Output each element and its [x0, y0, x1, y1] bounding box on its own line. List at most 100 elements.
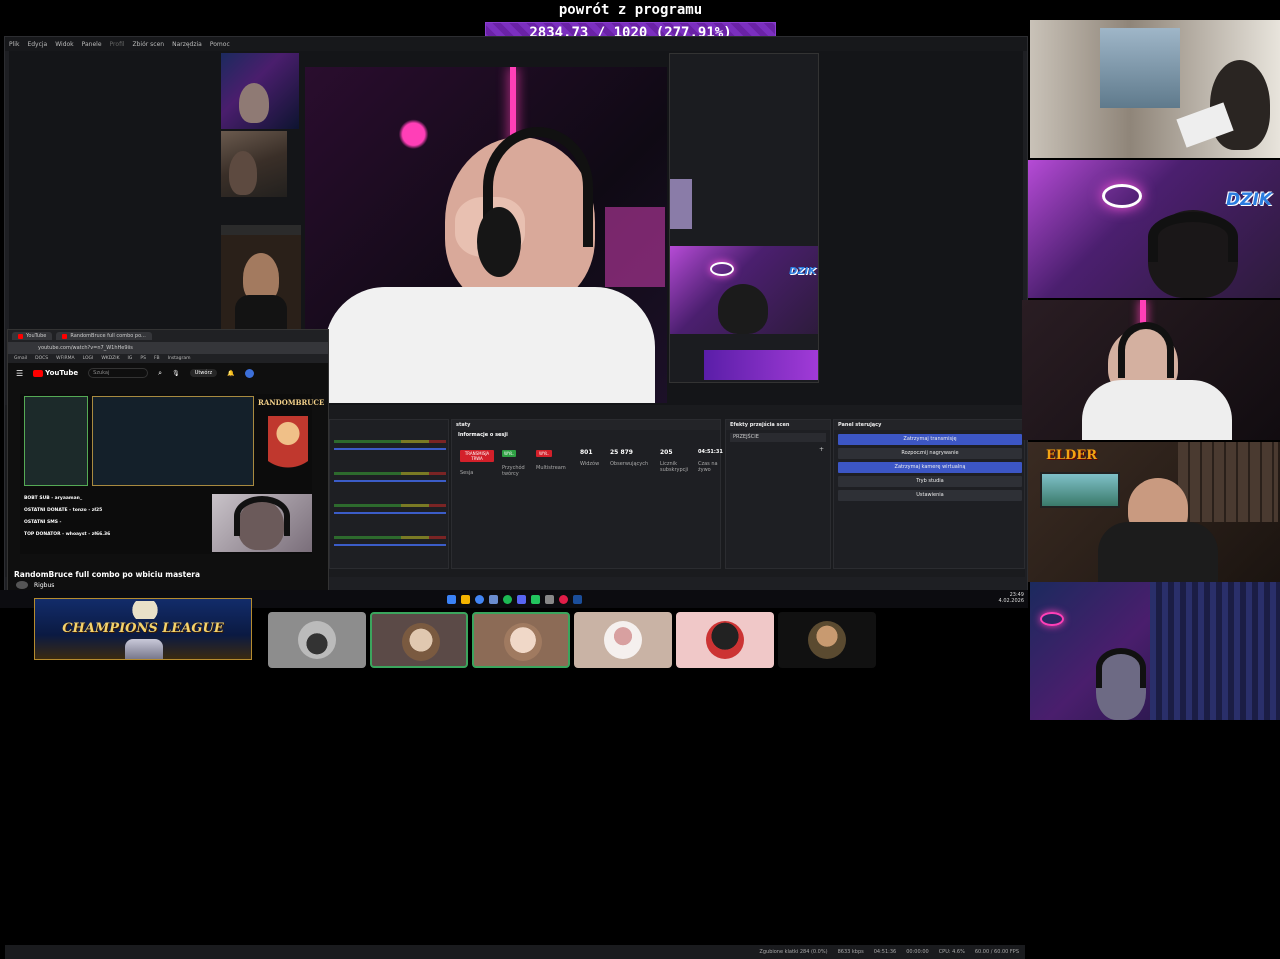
- bookmark-wfirma[interactable]: WFIRMA: [56, 356, 74, 361]
- transition-add-icon[interactable]: +: [819, 446, 824, 453]
- menu-help[interactable]: Pomoc: [210, 41, 230, 48]
- bookmark-gmail[interactable]: Gmail: [14, 356, 27, 361]
- steam-icon[interactable]: [488, 594, 498, 604]
- bookmark-wkdzik[interactable]: WKDZIK: [101, 356, 119, 361]
- tray-clock[interactable]: 23:49 4.02.2026: [999, 592, 1024, 604]
- overlay-streamer-name: RANDOMBRUCE: [258, 398, 325, 407]
- overlay-stat-row: OSTATNI SMS -: [24, 519, 62, 525]
- settings-button[interactable]: Ustawienia: [838, 490, 1022, 501]
- menu-scene-collection[interactable]: Zbiór scen: [133, 41, 165, 48]
- menu-profile[interactable]: Profil: [110, 41, 125, 48]
- notifications-icon[interactable]: 🔔: [227, 370, 234, 377]
- bookmark-docs[interactable]: DOCS: [35, 356, 48, 361]
- multistream-label: Multistream: [536, 465, 566, 471]
- dropped-frames: Zgubione klatki 284 (0.0%): [759, 949, 828, 955]
- channel-avatar[interactable]: [16, 581, 28, 589]
- viewers-label: Widzów: [580, 461, 600, 467]
- bookmark-logi[interactable]: LOGI: [83, 356, 94, 361]
- video-game-overlay: [92, 396, 254, 486]
- dzik-logo: DZIK: [1226, 190, 1272, 210]
- bookmark-ig[interactable]: IG: [128, 356, 133, 361]
- spotify-icon[interactable]: [502, 594, 512, 604]
- stop-virtual-cam-button[interactable]: Zatrzymaj kamerę wirtualną: [838, 462, 1022, 473]
- participant-avatar: [706, 621, 744, 659]
- dzik-logo-small: DZIK: [788, 266, 816, 277]
- participant-avatar: [808, 621, 846, 659]
- tab-youtube[interactable]: YouTube: [12, 332, 53, 340]
- session-badge: TRANSMISJA TRWA: [460, 450, 494, 462]
- stats-dock-title: staty: [452, 420, 720, 430]
- browser-tabs: YouTube RandomBruce full combo po...: [8, 330, 328, 342]
- followers-label: Obserwujących: [610, 461, 649, 467]
- menu-tools[interactable]: Narzędzia: [172, 41, 202, 48]
- session-label: Sesja: [460, 470, 474, 476]
- subs-value: 205: [660, 449, 673, 456]
- mic-icon[interactable]: 🎙: [172, 370, 180, 377]
- cam-streamer-side: [1022, 300, 1280, 440]
- browser-window: YouTube RandomBruce full combo po... you…: [7, 329, 329, 591]
- discord-participant-tile[interactable]: [268, 612, 366, 668]
- subs-label: Licznik subskrypcji: [660, 461, 689, 473]
- discord-participant-tile[interactable]: [574, 612, 672, 668]
- discord-participant-tile[interactable]: [370, 612, 468, 668]
- live-time-value: 04:51:31: [698, 449, 723, 455]
- viewers-value: 801: [580, 449, 593, 456]
- youtube-logo[interactable]: YouTube: [33, 369, 78, 377]
- file-explorer-icon[interactable]: [460, 594, 470, 604]
- overlay-stat-row: BOBT SUB - aryaaman_: [24, 495, 83, 501]
- clock-date: 4.02.2026: [998, 598, 1024, 604]
- transitions-dock: Efekty przejścia scen PRZEJŚCIE +: [725, 419, 831, 569]
- obs-window: Plik Edycja Widok Panele Profil Zbiór sc…: [4, 36, 1028, 959]
- preview-cam-bearded: [221, 225, 301, 335]
- overlay-stat-row: TOP DONATOR - whoayst - zł66.36: [24, 531, 111, 537]
- search-icon[interactable]: ⌕: [158, 369, 162, 378]
- overlay-mascot: [268, 416, 308, 486]
- goal-title: powrót z programu: [558, 2, 703, 18]
- discord-participant-tile[interactable]: [472, 612, 570, 668]
- app-icon[interactable]: [558, 594, 568, 604]
- preview-cam-blue-room: [221, 53, 299, 129]
- youtube-icon: [62, 333, 68, 339]
- menu-view[interactable]: Widok: [55, 41, 73, 48]
- cpu-usage: CPU: 4.6%: [938, 949, 965, 955]
- elder-logo: ELDER: [1046, 448, 1098, 463]
- menu-docks[interactable]: Panele: [82, 41, 102, 48]
- stats-dock: staty Informacje o sesji TRANSMISJA TRWA…: [451, 419, 723, 569]
- steam-icon[interactable]: [572, 594, 582, 604]
- bookmark-instagram[interactable]: Instagram: [168, 356, 191, 361]
- app-icon[interactable]: [530, 594, 540, 604]
- revenue-badge: WYŁ.: [502, 450, 516, 457]
- chrome-icon[interactable]: [474, 594, 484, 604]
- menu-icon[interactable]: ☰: [16, 369, 23, 378]
- transition-select[interactable]: PRZEJŚCIE: [730, 433, 826, 442]
- tab-video[interactable]: RandomBruce full combo po...: [56, 332, 152, 340]
- bookmark-fb[interactable]: FB: [154, 356, 160, 361]
- obs-status-bar: Zgubione klatki 284 (0.0%) 8633 kbps 04:…: [5, 945, 1025, 959]
- session-info-header: Informacje o sesji: [458, 432, 508, 438]
- preview-main-camera: [305, 67, 667, 403]
- controls-dock: Panel sterujący Zatrzymaj transmisję Roz…: [833, 419, 1025, 569]
- followers-value: 25 879: [610, 449, 633, 456]
- channel-name[interactable]: Rigbus: [34, 582, 54, 589]
- youtube-video-player[interactable]: RANDOMBRUCE BOBT SUB - aryaaman_ OSTATNI…: [20, 394, 324, 554]
- address-bar[interactable]: youtube.com/watch?v=n7_W1hHe9iis: [8, 342, 328, 354]
- menu-file[interactable]: Plik: [9, 41, 19, 48]
- discord-participant-tile[interactable]: [778, 612, 876, 668]
- start-recording-button[interactable]: Rozpocznij nagrywanie: [838, 448, 1022, 459]
- obs-icon[interactable]: [544, 594, 554, 604]
- stop-streaming-button[interactable]: Zatrzymaj transmisję: [838, 434, 1022, 445]
- start-icon[interactable]: [446, 594, 456, 604]
- avatar[interactable]: [244, 368, 254, 378]
- bookmark-ps[interactable]: PS: [140, 356, 146, 361]
- bitrate: 8633 kbps: [837, 949, 864, 955]
- discord-icon[interactable]: [516, 594, 526, 604]
- transitions-dock-title: Efekty przejścia scen: [726, 420, 830, 430]
- controls-dock-title: Panel sterujący: [834, 420, 1024, 430]
- youtube-search-input[interactable]: Szukaj: [88, 368, 149, 378]
- overlay-stats: BOBT SUB - aryaaman_ OSTATNI DONATE - to…: [24, 492, 204, 540]
- studio-mode-button[interactable]: Tryb studia: [838, 476, 1022, 487]
- create-button[interactable]: Utwórz: [189, 369, 218, 377]
- menu-edit[interactable]: Edycja: [27, 41, 47, 48]
- discord-participant-tile[interactable]: [676, 612, 774, 668]
- participant-avatar: [402, 623, 440, 661]
